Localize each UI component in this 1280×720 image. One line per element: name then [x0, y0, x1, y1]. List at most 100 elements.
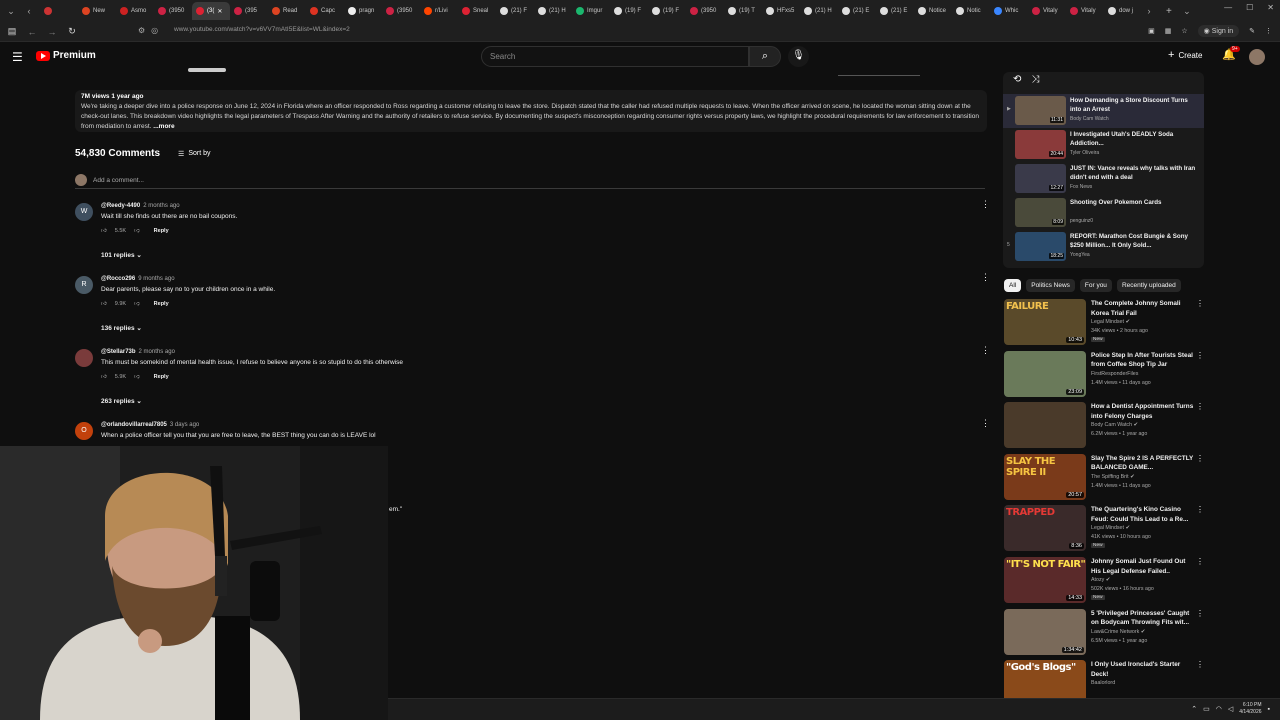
account-avatar[interactable]: [1249, 49, 1265, 65]
playlist-item-channel[interactable]: Body Cam Watch: [1070, 116, 1109, 122]
video-thumbnail[interactable]: [1004, 402, 1086, 449]
recommended-video[interactable]: 1:34:42 5 'Privileged Princesses' Caught …: [1004, 608, 1204, 657]
create-button[interactable]: + Create: [1168, 49, 1202, 61]
commenter-avatar[interactable]: W: [75, 203, 93, 221]
playlist-thumbnail[interactable]: 18:25: [1015, 232, 1066, 261]
browser-tab[interactable]: r/Livi: [420, 2, 458, 20]
like-icon[interactable]: 👍︎: [101, 228, 107, 234]
comment-menu-icon[interactable]: ⋮: [981, 418, 990, 429]
network-icon[interactable]: ▭: [1203, 705, 1210, 713]
recommended-video[interactable]: How a Dentist Appointment Turns into Fel…: [1004, 402, 1204, 450]
url-field[interactable]: www.youtube.com/watch?v=v6VV7mAtI5E&list…: [174, 26, 350, 33]
volume-icon[interactable]: ◁: [1228, 705, 1233, 713]
browser-tab[interactable]: pragn: [344, 2, 382, 20]
browser-tab[interactable]: Notice: [914, 2, 952, 20]
video-menu-icon[interactable]: ⋮: [1196, 402, 1204, 411]
channel-name[interactable]: Baalorlord: [1091, 680, 1115, 686]
video-thumbnail[interactable]: "IT'S NOT FAIR" 14:33: [1004, 557, 1086, 603]
video-thumbnail[interactable]: SLAY THE SPIRE II 20:57: [1004, 453, 1086, 500]
extensions-icon[interactable]: ✎: [1249, 27, 1255, 35]
filter-chip[interactable]: Recently uploaded: [1116, 279, 1181, 292]
video-menu-icon[interactable]: ⋮: [1196, 299, 1204, 308]
playlist-thumbnail[interactable]: 11:31: [1015, 96, 1066, 125]
browser-tab[interactable]: (3950: [382, 2, 420, 20]
browser-tab[interactable]: (21) F: [496, 2, 534, 20]
browser-tab[interactable]: Asmo: [116, 2, 154, 20]
browser-tab[interactable]: [40, 2, 78, 20]
recommended-video[interactable]: 23:09 Police Step In After Tourists Steal…: [1004, 350, 1204, 399]
browser-tab[interactable]: (19) T: [724, 2, 762, 20]
comment-menu-icon[interactable]: ⋮: [981, 199, 990, 210]
guide-menu-icon[interactable]: ☰: [12, 50, 23, 64]
sign-in-button[interactable]: ◉ Sign in: [1197, 25, 1240, 37]
search-input[interactable]: Search: [481, 46, 749, 67]
clock[interactable]: 6:10 PM 4/14/2026: [1239, 702, 1261, 716]
video-thumbnail[interactable]: FAILURE 10:43: [1004, 299, 1086, 345]
comment-author[interactable]: @Reedy-4490: [101, 203, 140, 209]
comment-author[interactable]: @Rocco296: [101, 276, 135, 282]
reply-button[interactable]: Reply: [154, 301, 169, 307]
browser-tab[interactable]: (3950: [154, 2, 192, 20]
comment-time[interactable]: 2 months ago: [143, 203, 179, 209]
tab-search-icon[interactable]: ⌄: [1180, 4, 1194, 18]
filter-chip[interactable]: Politics News: [1026, 279, 1075, 292]
playlist-item-channel[interactable]: YongYea: [1070, 252, 1090, 258]
playlist-thumbnail[interactable]: 20:44: [1015, 130, 1066, 159]
video-thumbnail[interactable]: 1:34:42: [1004, 608, 1086, 655]
playlist-item-title[interactable]: How Demanding a Store Discount Turns int…: [1070, 96, 1198, 114]
view-replies-button[interactable]: 101 replies ⌄: [101, 251, 142, 259]
playlist-item-title[interactable]: JUST IN: Vance reveals why talks with Ir…: [1070, 164, 1198, 182]
playlist-item-channel[interactable]: Tyler Oliveira: [1070, 150, 1099, 156]
browser-tab[interactable]: Notic: [952, 2, 990, 20]
browser-tab[interactable]: dow j: [1104, 2, 1142, 20]
search-button[interactable]: ⌕: [749, 46, 781, 67]
close-window-button[interactable]: ✕: [1267, 3, 1274, 12]
browser-tab[interactable]: Vitaly: [1066, 2, 1104, 20]
channel-name[interactable]: FirstResponderFiles: [1091, 371, 1138, 377]
filter-chip[interactable]: For you: [1079, 279, 1112, 292]
minimize-button[interactable]: —: [1224, 3, 1232, 12]
playlist-item-channel[interactable]: penguinz0: [1070, 218, 1093, 224]
recommended-video[interactable]: TRAPPED 8:36 The Quartering's Kino Casino …: [1004, 505, 1204, 553]
like-icon[interactable]: 👍︎: [101, 374, 107, 380]
video-menu-icon[interactable]: ⋮: [1196, 609, 1204, 618]
browser-tab[interactable]: Vitaly: [1028, 2, 1066, 20]
extension-icon[interactable]: ▣: [1148, 27, 1155, 35]
view-replies-button[interactable]: 136 replies ⌄: [101, 324, 142, 332]
youtube-premium-logo[interactable]: Premium: [36, 50, 96, 61]
close-tab-icon[interactable]: ✕: [217, 8, 222, 15]
video-menu-icon[interactable]: ⋮: [1196, 454, 1204, 463]
tracking-icon[interactable]: ◎: [151, 26, 158, 35]
comment-time[interactable]: 2 months ago: [139, 349, 175, 355]
channel-name[interactable]: Atozy: [1091, 577, 1104, 583]
playlist-item-title[interactable]: Shooting Over Pokemon Cards: [1070, 198, 1198, 207]
shuffle-icon[interactable]: ⤨: [1031, 74, 1039, 85]
video-title[interactable]: How a Dentist Appointment Turns into Fel…: [1091, 402, 1195, 421]
playlist-item[interactable]: 12:27 JUST IN: Vance reveals why talks wi…: [1003, 162, 1204, 196]
browser-menu-icon[interactable]: ⋮: [1265, 27, 1272, 35]
sort-by-button[interactable]: ☰ Sort by: [178, 150, 210, 158]
video-thumbnail[interactable]: TRAPPED 8:36: [1004, 505, 1086, 552]
video-title[interactable]: Slay The Spire 2 IS A PERFECTLY BALANCED…: [1091, 454, 1195, 473]
browser-tab[interactable]: (21) H: [534, 2, 572, 20]
video-title[interactable]: Police Step In After Tourists Steal from…: [1091, 351, 1195, 370]
browser-tab[interactable]: (3(✕: [192, 2, 230, 20]
video-title[interactable]: 5 'Privileged Princesses' Caught on Body…: [1091, 609, 1195, 628]
tab-scroll-right-icon[interactable]: ›: [1142, 4, 1156, 18]
video-menu-icon[interactable]: ⋮: [1196, 660, 1204, 669]
bookmark-star-icon[interactable]: ☆: [1181, 27, 1187, 35]
commenter-avatar[interactable]: O: [75, 422, 93, 440]
recommended-video[interactable]: "IT'S NOT FAIR" 14:33 Johnny Somali Just F…: [1004, 557, 1204, 605]
browser-tab[interactable]: (395: [230, 2, 268, 20]
new-tab-button[interactable]: +: [1166, 6, 1172, 17]
video-title[interactable]: I Only Used Ironclad's Starter Deck!: [1091, 660, 1195, 679]
comment-time[interactable]: 9 months ago: [138, 276, 174, 282]
playlist-thumbnail[interactable]: 8:09: [1015, 198, 1066, 227]
screenshot-icon[interactable]: ▦: [1165, 27, 1172, 35]
comment-time[interactable]: 3 days ago: [170, 422, 199, 428]
browser-tab[interactable]: (21) E: [876, 2, 914, 20]
comment-author[interactable]: @Stellar73b: [101, 349, 136, 355]
browser-tab[interactable]: Imgur: [572, 2, 610, 20]
playlist-item[interactable]: 20:44 I Investigated Utah's DEADLY Soda A…: [1003, 128, 1204, 162]
browser-tab[interactable]: HFxs5: [762, 2, 800, 20]
